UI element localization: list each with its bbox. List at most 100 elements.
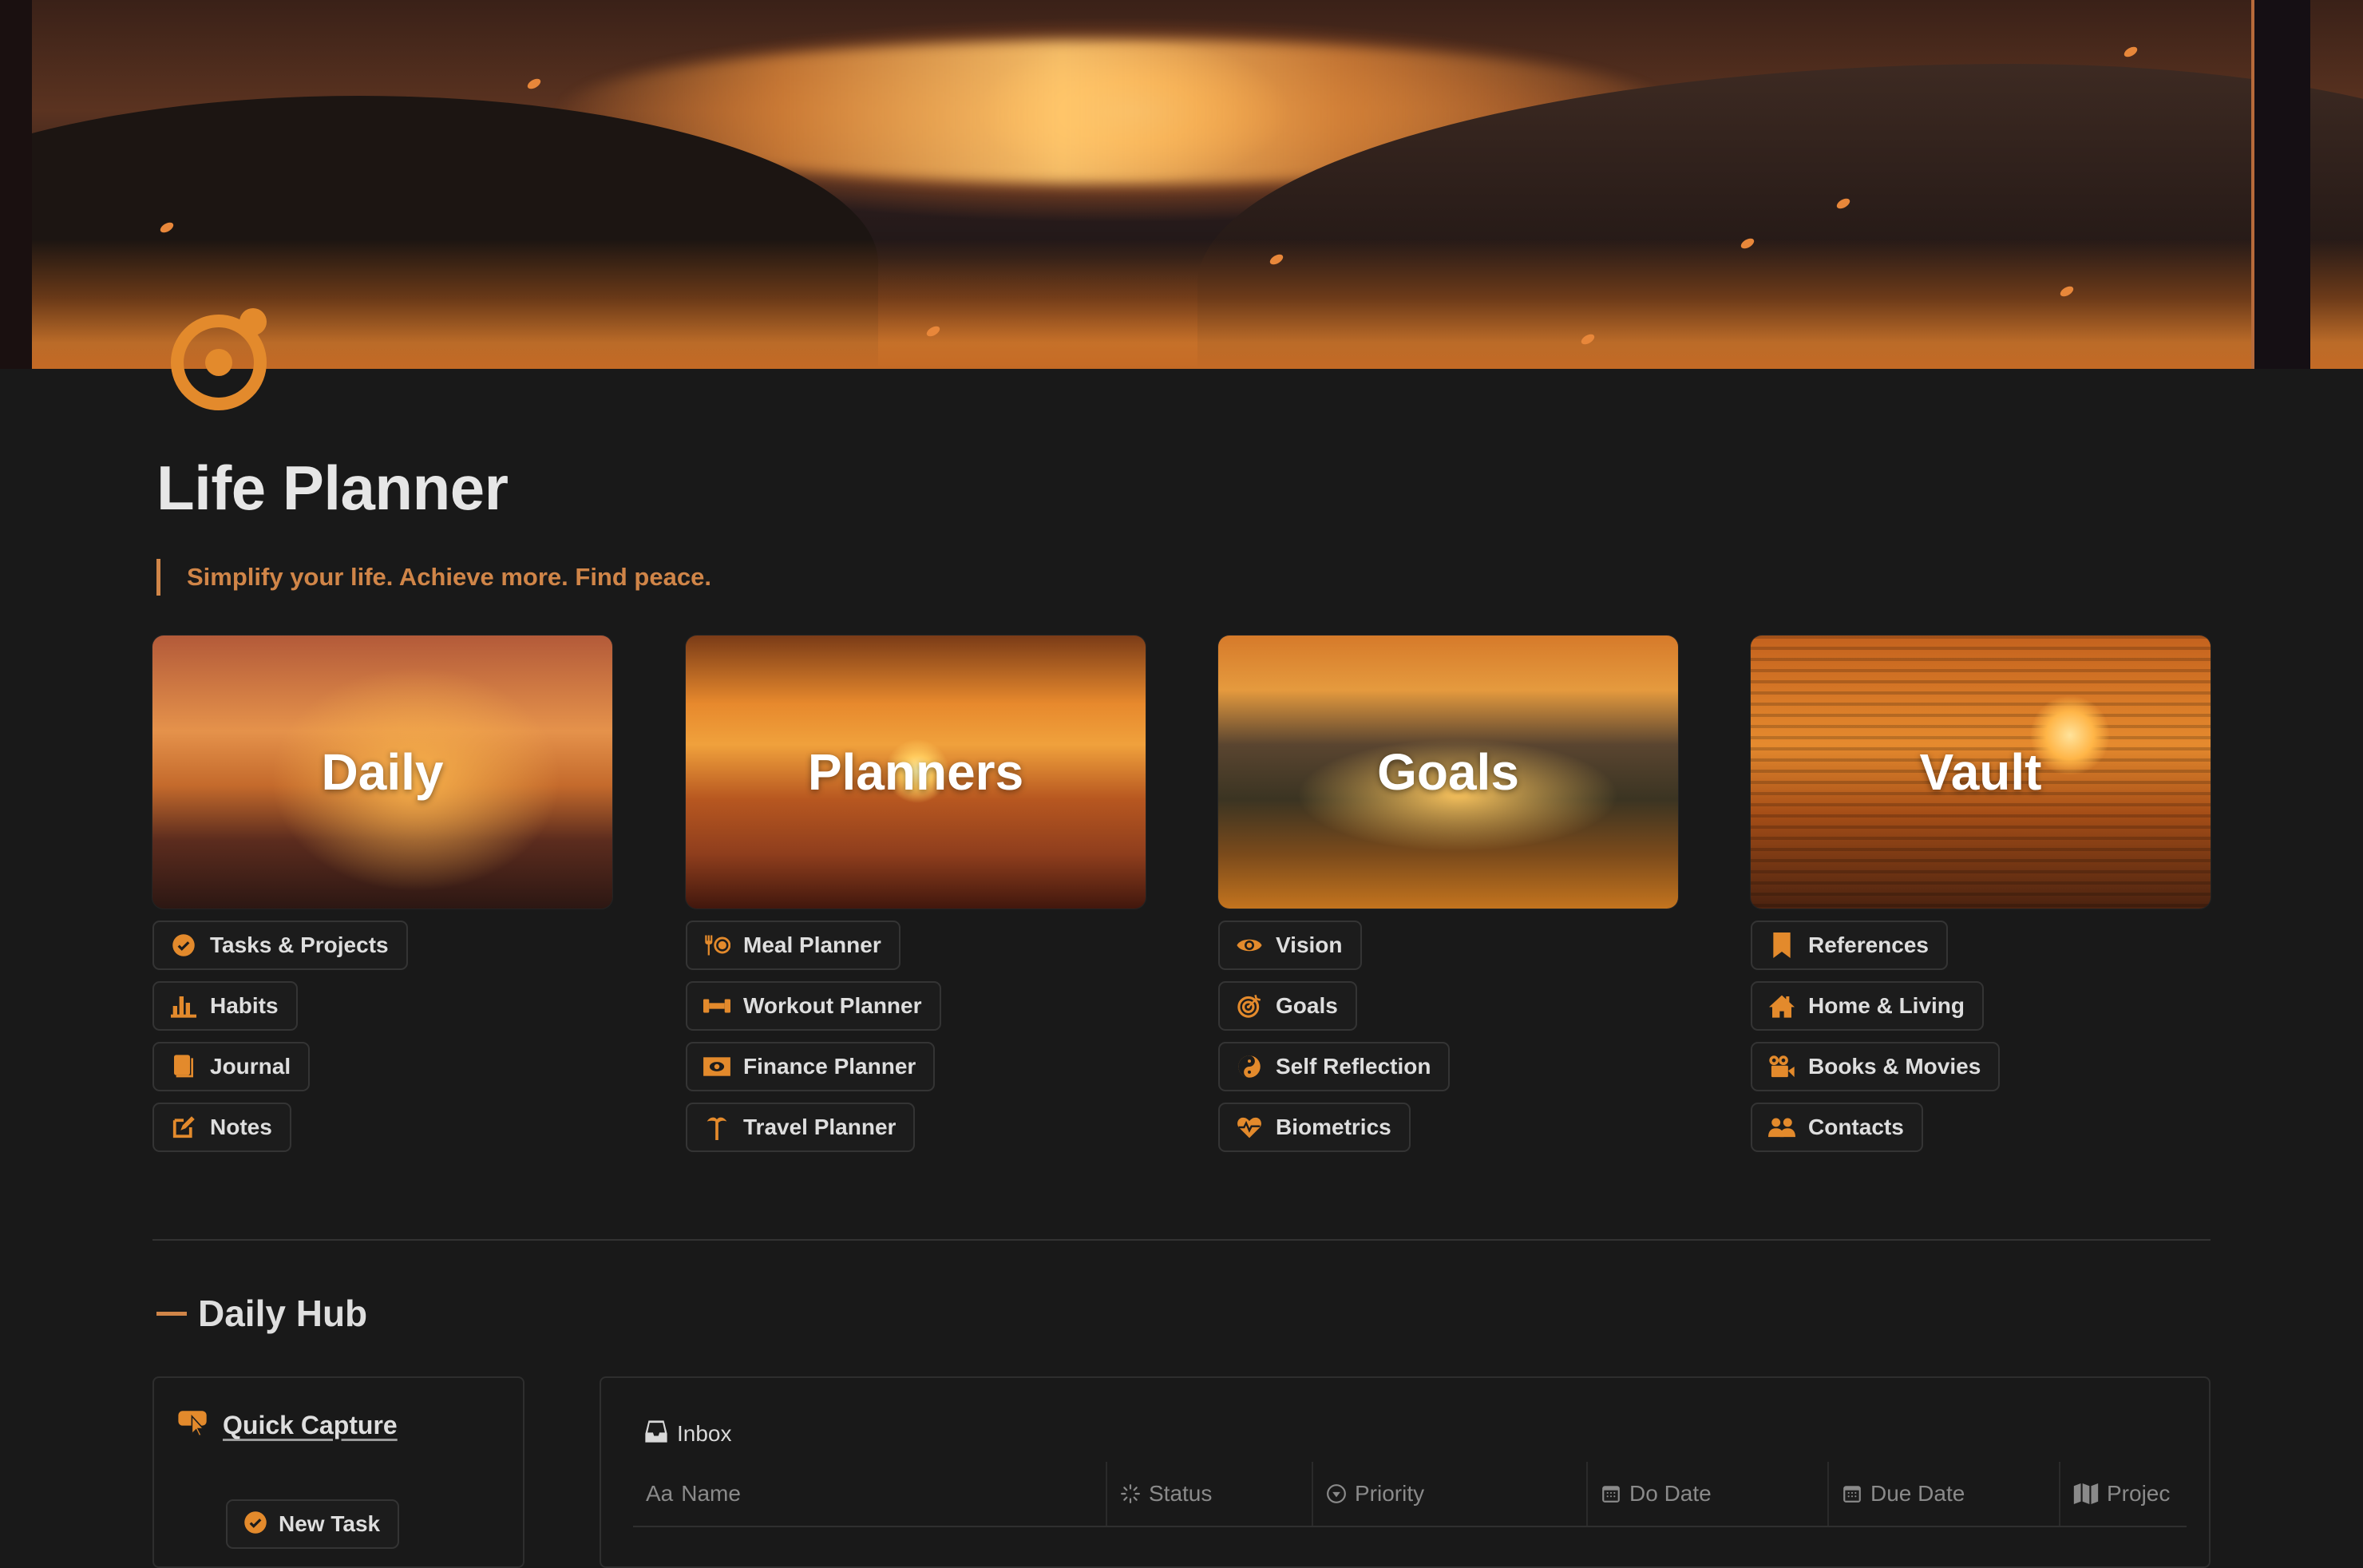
link-home-living[interactable]: Home & Living <box>1751 981 1985 1031</box>
card-planners[interactable]: Planners <box>686 636 1146 909</box>
heart-pulse-icon <box>1236 1114 1263 1141</box>
eye-icon <box>1236 932 1263 959</box>
movie-camera-icon <box>1768 1053 1795 1080</box>
daily-links: Tasks & Projects Habits Journal Notes <box>152 921 408 1163</box>
card-goals[interactable]: Goals <box>1218 636 1678 909</box>
people-icon <box>1768 1114 1795 1141</box>
link-books-movies[interactable]: Books & Movies <box>1751 1042 2001 1091</box>
link-finance-planner[interactable]: Finance Planner <box>686 1042 936 1091</box>
column-header-due-date[interactable]: Due Date <box>1829 1462 2060 1526</box>
new-task-button[interactable]: New Task <box>226 1499 400 1549</box>
link-travel-planner[interactable]: Travel Planner <box>686 1103 916 1152</box>
calendar-icon <box>1842 1483 1862 1504</box>
card-title: Daily <box>321 743 444 801</box>
column-label: Due Date <box>1870 1481 1965 1506</box>
page-title: Life Planner <box>156 453 509 523</box>
card-vault[interactable]: Vault <box>1751 636 2211 909</box>
quote-block: Simplify your life. Achieve more. Find p… <box>156 559 711 596</box>
link-label: Goals <box>1276 993 1338 1018</box>
link-label: Books & Movies <box>1808 1054 1981 1079</box>
link-tasks-projects[interactable]: Tasks & Projects <box>152 921 408 970</box>
link-references[interactable]: References <box>1751 921 1948 970</box>
link-notes[interactable]: Notes <box>152 1103 291 1152</box>
leaf <box>2122 45 2139 59</box>
tree-trunk-left <box>0 0 32 369</box>
inbox-tray-icon <box>645 1420 667 1447</box>
column-label: Priority <box>1355 1481 1425 1506</box>
link-label: Contacts <box>1808 1115 1904 1139</box>
quick-capture-panel: Quick Capture New Task <box>152 1376 524 1568</box>
check-circle-icon <box>170 932 197 959</box>
target-icon-orbit <box>239 308 267 335</box>
column-header-do-date[interactable]: Do Date <box>1588 1462 1829 1526</box>
link-goals[interactable]: Goals <box>1218 981 1357 1031</box>
link-label: Journal <box>210 1054 291 1079</box>
card-title: Goals <box>1377 743 1519 801</box>
link-meal-planner[interactable]: Meal Planner <box>686 921 900 970</box>
leaf <box>525 77 543 91</box>
inbox-title: Inbox <box>677 1420 732 1446</box>
edit-note-icon <box>170 1114 197 1141</box>
link-label: Habits <box>210 993 279 1018</box>
link-label: Home & Living <box>1808 993 1965 1018</box>
column-label: Name <box>681 1481 741 1506</box>
column-header-project[interactable]: Projec <box>2060 1462 2187 1526</box>
journal-icon <box>170 1053 197 1080</box>
column-header-priority[interactable]: Priority <box>1313 1462 1588 1526</box>
check-circle-icon <box>243 1511 267 1538</box>
calendar-icon <box>1601 1483 1621 1504</box>
new-task-label: New Task <box>279 1511 381 1536</box>
card-title: Vault <box>1919 743 2042 801</box>
bookmark-icon <box>1768 932 1795 959</box>
link-vision[interactable]: Vision <box>1218 921 1362 970</box>
daily-hub-heading: Daily Hub <box>156 1292 367 1335</box>
column-header-status[interactable]: Status <box>1107 1462 1313 1526</box>
link-label: Meal Planner <box>743 932 881 957</box>
link-label: Biometrics <box>1276 1115 1391 1139</box>
heading-dash <box>156 1311 187 1316</box>
fork-plate-icon <box>703 932 730 959</box>
inbox-panel: Inbox Aa Name Status Priority Do Date Du… <box>600 1376 2211 1568</box>
link-habits[interactable]: Habits <box>152 981 298 1031</box>
column-label: Projec <box>2107 1481 2171 1506</box>
bar-chart-icon <box>170 992 197 1020</box>
map-icon <box>2073 1483 2099 1504</box>
text-icon: Aa <box>646 1481 674 1506</box>
target-arrow-icon <box>1236 992 1263 1020</box>
dumbbell-icon <box>703 992 730 1020</box>
divider <box>152 1239 2211 1241</box>
link-biometrics[interactable]: Biometrics <box>1218 1103 1411 1152</box>
quick-capture-title: Quick Capture <box>223 1411 398 1439</box>
tree-trunk-right <box>2251 0 2310 369</box>
link-label: Workout Planner <box>743 993 922 1018</box>
select-circle-icon <box>1326 1483 1347 1504</box>
target-icon-center <box>205 349 232 376</box>
link-label: References <box>1808 932 1929 957</box>
link-journal[interactable]: Journal <box>152 1042 311 1091</box>
inbox-view-tab[interactable]: Inbox <box>645 1420 732 1447</box>
link-label: Vision <box>1276 932 1343 957</box>
goals-links: Vision Goals Self Reflection Biometrics <box>1218 921 1451 1163</box>
column-header-name[interactable]: Aa Name <box>633 1462 1107 1526</box>
quote-text: Simplify your life. Achieve more. Find p… <box>187 563 711 591</box>
link-label: Finance Planner <box>743 1054 916 1079</box>
link-label: Notes <box>210 1115 272 1139</box>
link-label: Tasks & Projects <box>210 932 389 957</box>
click-pointer-icon <box>178 1410 210 1441</box>
status-spinner-icon <box>1120 1483 1141 1504</box>
daily-hub-title: Daily Hub <box>198 1293 368 1334</box>
grass-foreground <box>0 240 2363 369</box>
quick-capture-link[interactable]: Quick Capture <box>178 1410 398 1441</box>
link-contacts[interactable]: Contacts <box>1751 1103 1923 1152</box>
yin-yang-icon <box>1236 1053 1263 1080</box>
vault-links: References Home & Living Books & Movies … <box>1751 921 2001 1163</box>
link-workout-planner[interactable]: Workout Planner <box>686 981 941 1031</box>
planners-links: Meal Planner Workout Planner Finance Pla… <box>686 921 941 1163</box>
cover-image[interactable] <box>0 0 2363 369</box>
card-daily[interactable]: Daily <box>152 636 612 909</box>
column-label: Status <box>1149 1481 1213 1506</box>
link-self-reflection[interactable]: Self Reflection <box>1218 1042 1451 1091</box>
link-label: Travel Planner <box>743 1115 897 1139</box>
target-icon[interactable] <box>171 308 267 410</box>
card-title: Planners <box>807 743 1024 801</box>
